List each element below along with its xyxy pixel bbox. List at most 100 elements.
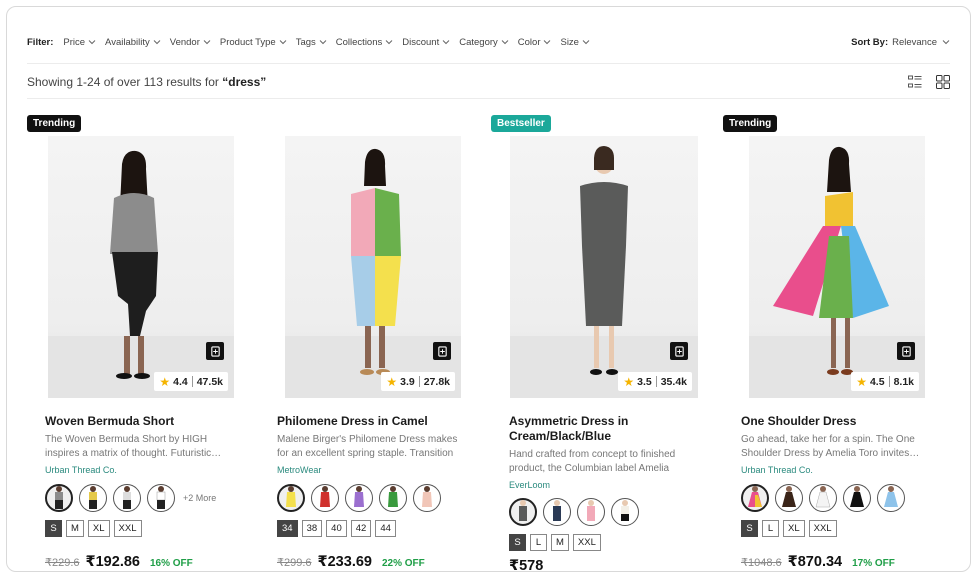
color-swatch[interactable] — [611, 498, 639, 526]
ar-view-button[interactable] — [433, 342, 451, 360]
color-swatch[interactable] — [843, 484, 871, 512]
original-price: ₹299.6 — [277, 557, 312, 569]
filter-collections[interactable]: Collections — [336, 37, 393, 48]
vendor-link[interactable]: Urban Thread Co. — [741, 465, 813, 475]
size-option[interactable]: 44 — [375, 520, 396, 537]
size-option[interactable]: XL — [783, 520, 805, 537]
size-option[interactable]: L — [762, 520, 779, 537]
vendor-link[interactable]: MetroWear — [277, 465, 321, 475]
size-option[interactable]: XL — [87, 520, 110, 537]
color-swatch[interactable] — [379, 484, 407, 512]
vendor-link[interactable]: Urban Thread Co. — [45, 465, 117, 475]
size-option[interactable]: 34 — [277, 520, 298, 537]
sale-price: ₹233.69 — [317, 554, 372, 570]
ar-view-button[interactable] — [206, 342, 224, 360]
grid-view-icon[interactable] — [936, 75, 950, 89]
color-swatch[interactable] — [79, 484, 107, 512]
filter-product-type[interactable]: Product Type — [220, 37, 287, 48]
product-description: Go ahead, take her for a spin. The One S… — [741, 434, 920, 459]
filter-availability[interactable]: Availability — [105, 37, 161, 48]
size-option[interactable]: 38 — [301, 520, 323, 537]
filter-vendor[interactable]: Vendor — [170, 37, 211, 48]
rating-value: 4.4 — [173, 375, 188, 388]
size-option[interactable]: S — [509, 534, 526, 551]
product-card[interactable]: Trending ★ 4.5 8.1k One Shoulder Dress G… — [709, 115, 934, 571]
filter-category[interactable]: Category — [459, 37, 509, 48]
divider — [191, 376, 193, 387]
color-swatch[interactable] — [577, 498, 605, 526]
color-swatch[interactable] — [311, 484, 339, 512]
size-options: S L M XXL — [509, 534, 601, 551]
size-option[interactable]: M — [66, 520, 84, 537]
product-description: Malene Birger's Philomene Dress makes fo… — [277, 434, 458, 459]
product-title[interactable]: One Shoulder Dress — [741, 414, 926, 429]
color-swatch[interactable] — [277, 484, 305, 512]
product-card[interactable]: Trending ★ 4.4 47.5k Woven Bermuda Short… — [13, 115, 238, 571]
filter-discount[interactable]: Discount — [402, 37, 450, 48]
filter-size[interactable]: Size — [560, 37, 590, 48]
original-price: ₹1048.6 — [741, 557, 782, 569]
color-swatch[interactable] — [147, 484, 175, 512]
rating-value: 4.5 — [869, 375, 885, 388]
more-colors-link[interactable]: +2 More — [183, 493, 216, 503]
size-option[interactable]: XXL — [572, 534, 601, 551]
divider — [418, 376, 420, 387]
color-swatches — [509, 498, 639, 526]
product-card[interactable]: Bestseller ★ 3.5 35.4k Asymmetric Dress … — [477, 115, 702, 571]
size-option[interactable]: L — [530, 534, 547, 551]
product-card[interactable]: ★ 3.9 27.8k Philomene Dress in Camel Mal… — [245, 115, 470, 571]
ar-icon — [437, 345, 447, 357]
size-option[interactable]: 42 — [350, 520, 372, 537]
color-swatch[interactable] — [543, 498, 571, 526]
color-swatch[interactable] — [413, 484, 441, 512]
color-swatch[interactable] — [113, 484, 141, 512]
size-option[interactable]: XXL — [808, 520, 837, 537]
product-image[interactable]: ★ 3.9 27.8k — [285, 136, 461, 398]
review-count: 27.8k — [423, 375, 450, 388]
color-swatch[interactable] — [775, 484, 803, 512]
filter-price[interactable]: Price — [63, 37, 96, 48]
color-swatch[interactable] — [877, 484, 905, 512]
filter-tags[interactable]: Tags — [296, 37, 327, 48]
ar-view-button[interactable] — [897, 342, 915, 360]
chevron-down-icon — [442, 38, 450, 46]
price-row: ₹578 — [509, 558, 543, 571]
sort-label: Sort By: — [851, 36, 889, 48]
star-icon: ★ — [386, 374, 398, 389]
size-option[interactable]: 40 — [326, 520, 347, 537]
size-option[interactable]: XXL — [113, 520, 142, 537]
size-option[interactable]: S — [741, 520, 758, 537]
list-view-icon[interactable] — [908, 75, 922, 89]
color-swatch[interactable] — [345, 484, 373, 512]
color-swatch[interactable] — [45, 484, 73, 512]
color-swatch[interactable] — [741, 484, 769, 512]
color-swatch[interactable] — [509, 498, 537, 526]
filter-collections-label: Collections — [335, 36, 383, 48]
product-image[interactable]: ★ 4.5 8.1k — [749, 136, 925, 398]
chevron-down-icon — [88, 38, 96, 46]
size-option[interactable]: S — [45, 520, 62, 537]
chevron-down-icon — [942, 38, 950, 46]
filter-availability-label: Availability — [105, 36, 150, 48]
product-image[interactable]: ★ 4.4 47.5k — [48, 136, 234, 398]
filter-color[interactable]: Color — [518, 37, 552, 48]
color-swatches: +2 More — [45, 484, 216, 512]
color-swatch[interactable] — [809, 484, 837, 512]
product-title[interactable]: Woven Bermuda Short — [45, 414, 230, 429]
product-title[interactable]: Philomene Dress in Camel — [277, 414, 462, 429]
ar-view-button[interactable] — [670, 342, 688, 360]
product-title[interactable]: Asymmetric Dress in Cream/Black/Blue — [509, 414, 694, 444]
chevron-down-icon — [501, 38, 509, 46]
chevron-down-icon — [203, 38, 211, 46]
trending-badge: Trending — [27, 115, 82, 132]
size-options: S M XL XXL — [45, 520, 142, 537]
rating-badge: ★ 3.5 35.4k — [618, 372, 692, 391]
color-swatches — [741, 484, 905, 512]
filter-bar: Filter: Price Availability Vendor Produc… — [27, 29, 950, 55]
vendor-link[interactable]: EverLoom — [509, 480, 550, 490]
size-option[interactable]: M — [551, 534, 569, 551]
divider — [655, 376, 657, 387]
product-image[interactable]: ★ 3.5 35.4k — [510, 136, 698, 398]
sort-dropdown[interactable]: Sort By: Relevance — [851, 37, 950, 48]
divider — [888, 376, 890, 387]
